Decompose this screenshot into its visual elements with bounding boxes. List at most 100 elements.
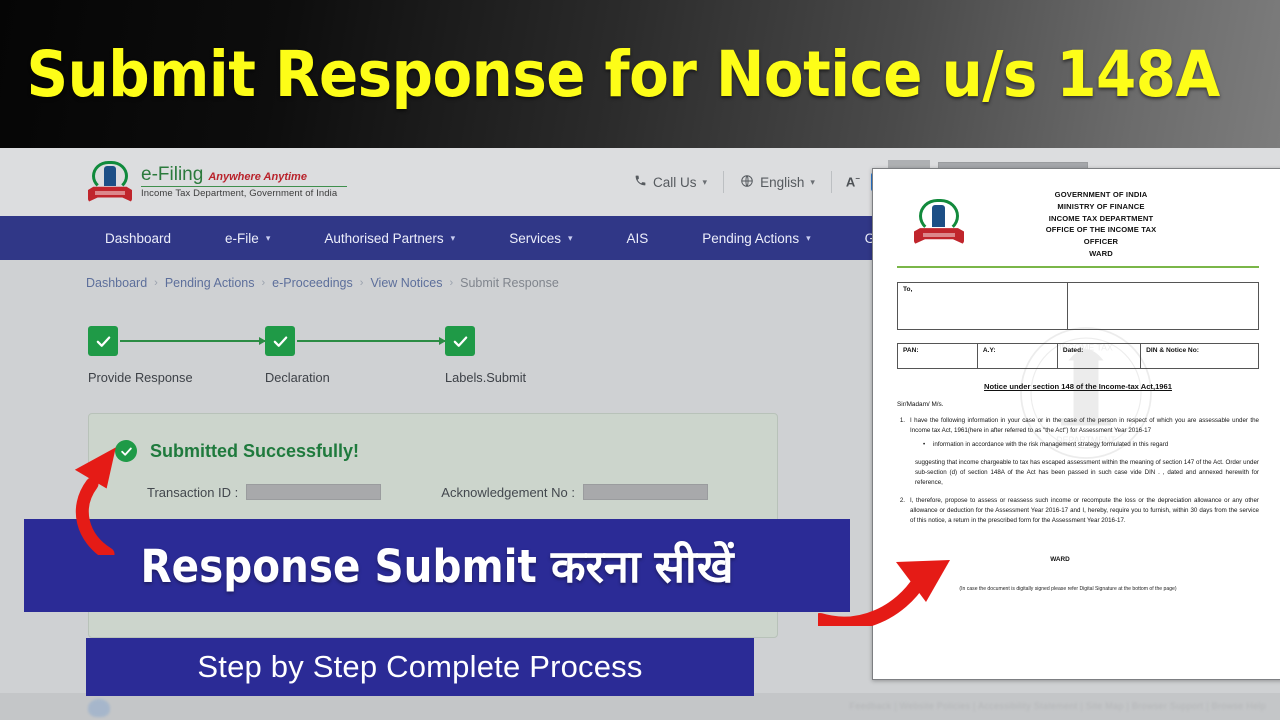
org-line: INCOME TAX DEPARTMENT bbox=[1048, 213, 1154, 223]
brand-rule bbox=[141, 186, 347, 188]
brand-tagline: Anywhere Anytime bbox=[208, 170, 307, 183]
breadcrumb-separator: › bbox=[261, 277, 266, 289]
org-line: GOVERNMENT OF INDIA bbox=[1054, 190, 1148, 199]
notice-divider bbox=[897, 265, 1259, 269]
breadcrumb-separator: › bbox=[359, 277, 364, 289]
notice-bullet-1: • information in accordance with the ris… bbox=[923, 441, 1259, 448]
transaction-id-label: Transaction ID : bbox=[147, 484, 239, 500]
bullet-dot-icon: • bbox=[923, 441, 926, 449]
progress-stepper: Provide Response Declaration Labels.Subm… bbox=[88, 326, 558, 400]
language-label: English bbox=[760, 174, 805, 190]
to-label: To, bbox=[898, 283, 1069, 330]
chevron-down-icon: ▾ bbox=[806, 232, 811, 243]
breadcrumb-current: Submit Response bbox=[460, 276, 559, 290]
acknowledgement-no-label: Acknowledgement No : bbox=[441, 484, 575, 500]
nav-label: Services bbox=[509, 230, 561, 246]
nav-label: AIS bbox=[626, 230, 649, 246]
breadcrumb-item-eproceedings[interactable]: e-Proceedings bbox=[272, 276, 353, 290]
nav-label: Pending Actions bbox=[702, 230, 800, 246]
notice-header: GOVERNMENT OF INDIA MINISTRY OF FINANCE … bbox=[897, 189, 1259, 260]
breadcrumb-item-view-notices[interactable]: View Notices bbox=[370, 276, 442, 290]
org-line: OFFICER bbox=[1083, 237, 1119, 247]
notice-paragraph-2: 2. I, therefore, propose to assess or re… bbox=[897, 496, 1259, 526]
subtitle-callout-text: Step by Step Complete Process bbox=[197, 649, 643, 684]
org-line: MINISTRY OF FINANCE bbox=[1057, 201, 1145, 211]
notice-paragraph-1: 1. I have the following information in y… bbox=[897, 416, 1259, 436]
breadcrumb: Dashboard › Pending Actions › e-Proceedi… bbox=[86, 276, 559, 290]
success-heading-row: Submitted Successfully! bbox=[89, 414, 777, 462]
paragraph-number: 2. bbox=[899, 497, 905, 505]
nav-label: Dashboard bbox=[105, 230, 172, 246]
chevron-down-icon: ▾ bbox=[450, 232, 456, 243]
chevron-down-icon: ▾ bbox=[702, 176, 708, 187]
paragraph-number: 1. bbox=[899, 417, 905, 425]
chevron-down-icon: ▾ bbox=[265, 232, 271, 243]
page-title: Submit Response for Notice u/s 148A bbox=[26, 37, 1221, 111]
step-label: Declaration bbox=[265, 370, 330, 385]
org-line: OFFICE OF THE INCOME TAX bbox=[1045, 225, 1157, 235]
efiling-logo[interactable]: e-Filing Anywhere Anytime Income Tax Dep… bbox=[88, 160, 347, 204]
step-check-icon bbox=[445, 326, 475, 356]
call-us-label: Call Us bbox=[653, 174, 697, 190]
ay-cell: A.Y: bbox=[978, 344, 1058, 369]
success-check-icon bbox=[115, 440, 137, 462]
globe-icon bbox=[740, 174, 754, 191]
notice-org-title: GOVERNMENT OF INDIA MINISTRY OF FINANCE … bbox=[967, 189, 1235, 260]
nav-item-efile[interactable]: e-File ▾ bbox=[198, 231, 297, 246]
footer-logo bbox=[88, 699, 110, 717]
step-label: Labels.Submit bbox=[445, 370, 527, 385]
nav-item-services[interactable]: Services ▾ bbox=[482, 231, 599, 246]
footer-links[interactable]: Feedback | Website Policies | Accessibil… bbox=[850, 701, 1266, 711]
din-cell: DIN & Notice No: bbox=[1146, 347, 1199, 355]
page-footer: Feedback | Website Policies | Accessibil… bbox=[0, 693, 1280, 720]
step-check-icon bbox=[88, 326, 118, 356]
brand-name: e-Filing bbox=[141, 163, 204, 185]
hindi-callout-banner: Response Submit करना सीखें bbox=[24, 519, 850, 612]
nav-item-pending-actions[interactable]: Pending Actions ▾ bbox=[675, 231, 837, 246]
font-decrease-button[interactable]: A− bbox=[846, 174, 860, 189]
address-right-cell bbox=[1068, 283, 1258, 329]
call-us-button[interactable]: Call Us ▾ bbox=[618, 174, 723, 190]
brand-subtitle: Income Tax Department, Government of Ind… bbox=[141, 188, 338, 200]
notice-heading: Notice under section 148 of the Income-t… bbox=[984, 382, 1172, 392]
success-ids-row: Transaction ID : Acknowledgement No : bbox=[89, 462, 777, 500]
notice-salutation: Sir/Madam/ M/s. bbox=[897, 401, 944, 409]
notice-meta-table: PAN: A.Y: Dated: DIN & Notice No: bbox=[897, 343, 1259, 370]
breadcrumb-separator: › bbox=[154, 277, 158, 289]
acknowledgement-no-value bbox=[582, 484, 708, 500]
breadcrumb-item-pending-actions[interactable]: Pending Actions bbox=[165, 276, 255, 290]
notice-paragraph-1-continued: suggesting that income chargeable to tax… bbox=[915, 459, 1259, 487]
org-line: WARD bbox=[1089, 248, 1113, 258]
phone-icon bbox=[634, 174, 647, 190]
breadcrumb-separator: › bbox=[449, 277, 454, 289]
step-check-icon bbox=[265, 326, 295, 356]
pan-cell: PAN: bbox=[898, 344, 978, 369]
breadcrumb-item-dashboard[interactable]: Dashboard bbox=[86, 276, 147, 290]
step-label: Provide Response bbox=[88, 370, 193, 385]
title-banner: Submit Response for Notice u/s 148A bbox=[0, 0, 1280, 148]
nav-item-dashboard[interactable]: Dashboard bbox=[78, 231, 198, 246]
success-message: Submitted Successfully! bbox=[150, 440, 360, 461]
nav-label: Authorised Partners bbox=[324, 230, 444, 246]
bullet-text: information in accordance with the risk … bbox=[933, 441, 1169, 449]
hindi-callout-text: Response Submit करना सीखें bbox=[140, 540, 734, 593]
notice-signature-ward: WARD bbox=[1050, 556, 1070, 564]
india-emblem-icon bbox=[911, 198, 967, 250]
chevron-down-icon: ▾ bbox=[810, 176, 815, 187]
step-declaration[interactable]: Declaration bbox=[265, 326, 385, 385]
paragraph-text: I have the following information in your… bbox=[910, 417, 1259, 435]
nav-item-ais[interactable]: AIS bbox=[599, 231, 675, 246]
notice-document-preview[interactable]: INCOME TAX DEPARTMENT GOVERNMENT OF INDI… bbox=[872, 168, 1280, 680]
subtitle-callout-banner: Step by Step Complete Process bbox=[86, 638, 754, 696]
notice-address-box: To, bbox=[897, 282, 1259, 331]
paragraph-text: I, therefore, propose to assess or reass… bbox=[910, 497, 1259, 525]
chevron-down-icon: ▾ bbox=[567, 232, 573, 243]
step-submit[interactable]: Labels.Submit bbox=[445, 326, 565, 385]
digital-signature-note: (In case the document is digitally signe… bbox=[959, 586, 1177, 593]
dated-cell: Dated: bbox=[1058, 344, 1142, 369]
nav-label: e-File bbox=[225, 230, 259, 246]
transaction-id-value bbox=[246, 484, 382, 500]
nav-item-authorised-partners[interactable]: Authorised Partners ▾ bbox=[297, 231, 482, 246]
step-provide-response[interactable]: Provide Response bbox=[88, 326, 208, 385]
language-selector[interactable]: English ▾ bbox=[724, 174, 831, 191]
